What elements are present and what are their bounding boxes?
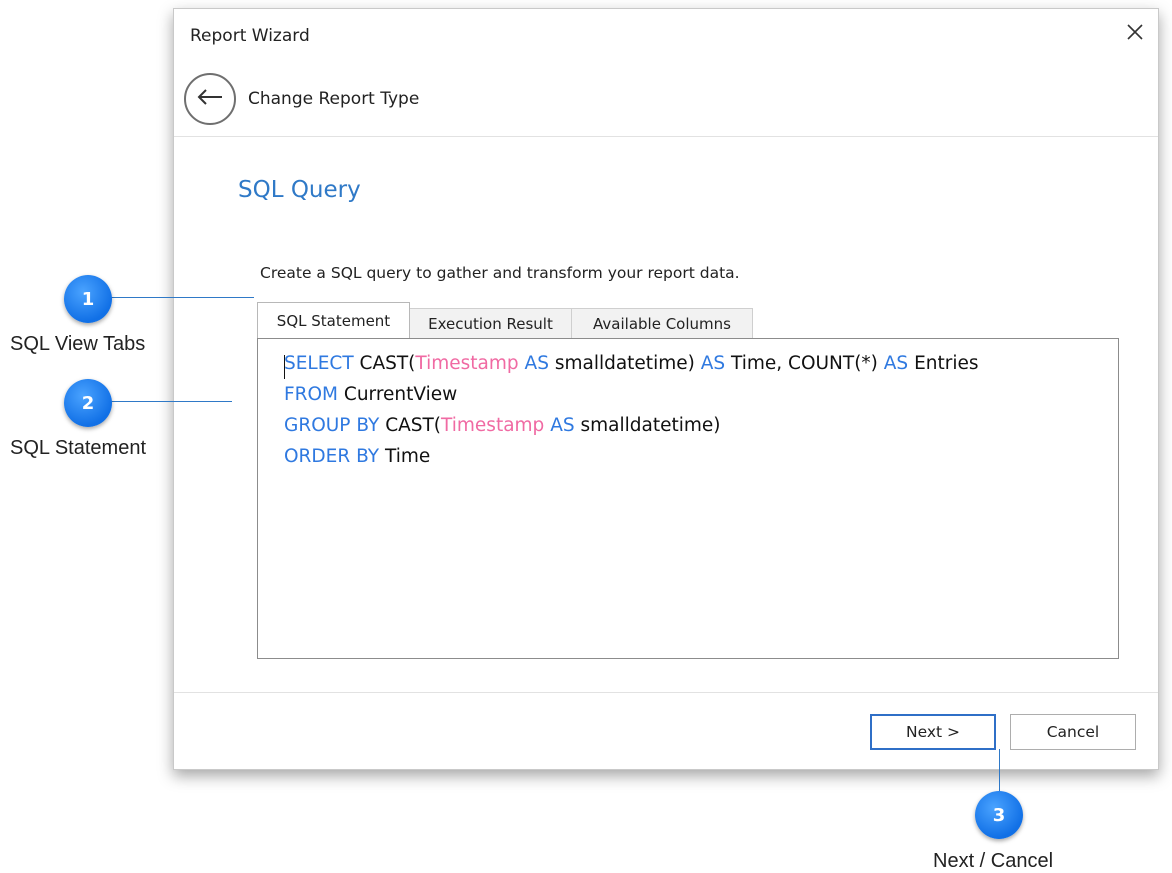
sql-editor[interactable]: SELECT CAST(Timestamp AS smalldatetime) …: [257, 338, 1119, 659]
window-title: Report Wizard: [190, 26, 310, 46]
sql-line-2: FROM CurrentView: [284, 384, 458, 405]
callout-1-label: SQL View Tabs: [10, 333, 146, 355]
tab-execution-result[interactable]: Execution Result: [409, 308, 572, 338]
back-button[interactable]: [184, 73, 236, 125]
report-wizard-dialog: Report Wizard Change Report Type SQL Que…: [173, 8, 1159, 770]
callout-3-badge: 3: [975, 791, 1023, 839]
callout-2-label: SQL Statement: [10, 437, 146, 459]
callout-2-connector: [108, 401, 232, 402]
callout-2-badge: 2: [64, 379, 112, 427]
footer-divider: [174, 692, 1158, 693]
tab-sql-statement[interactable]: SQL Statement: [257, 302, 410, 338]
close-icon[interactable]: [1122, 19, 1148, 45]
next-button[interactable]: Next >: [870, 714, 996, 750]
tab-available-columns[interactable]: Available Columns: [571, 308, 753, 338]
sql-line-4: ORDER BY Time: [284, 446, 431, 467]
sql-line-3: GROUP BY CAST(Timestamp AS smalldatetime…: [284, 415, 721, 436]
sql-line-1: SELECT CAST(Timestamp AS smalldatetime) …: [284, 353, 979, 374]
callout-3-connector: [999, 749, 1000, 797]
callout-1-badge: 1: [64, 275, 112, 323]
cancel-button[interactable]: Cancel: [1010, 714, 1136, 750]
callout-1-connector: [106, 297, 254, 298]
callout-3-label: Next / Cancel: [933, 850, 1054, 872]
page-heading: SQL Query: [238, 177, 361, 203]
back-label[interactable]: Change Report Type: [248, 89, 419, 109]
page-description: Create a SQL query to gather and transfo…: [260, 264, 740, 282]
arrow-left-icon: [196, 87, 224, 111]
header-divider: [174, 136, 1158, 137]
